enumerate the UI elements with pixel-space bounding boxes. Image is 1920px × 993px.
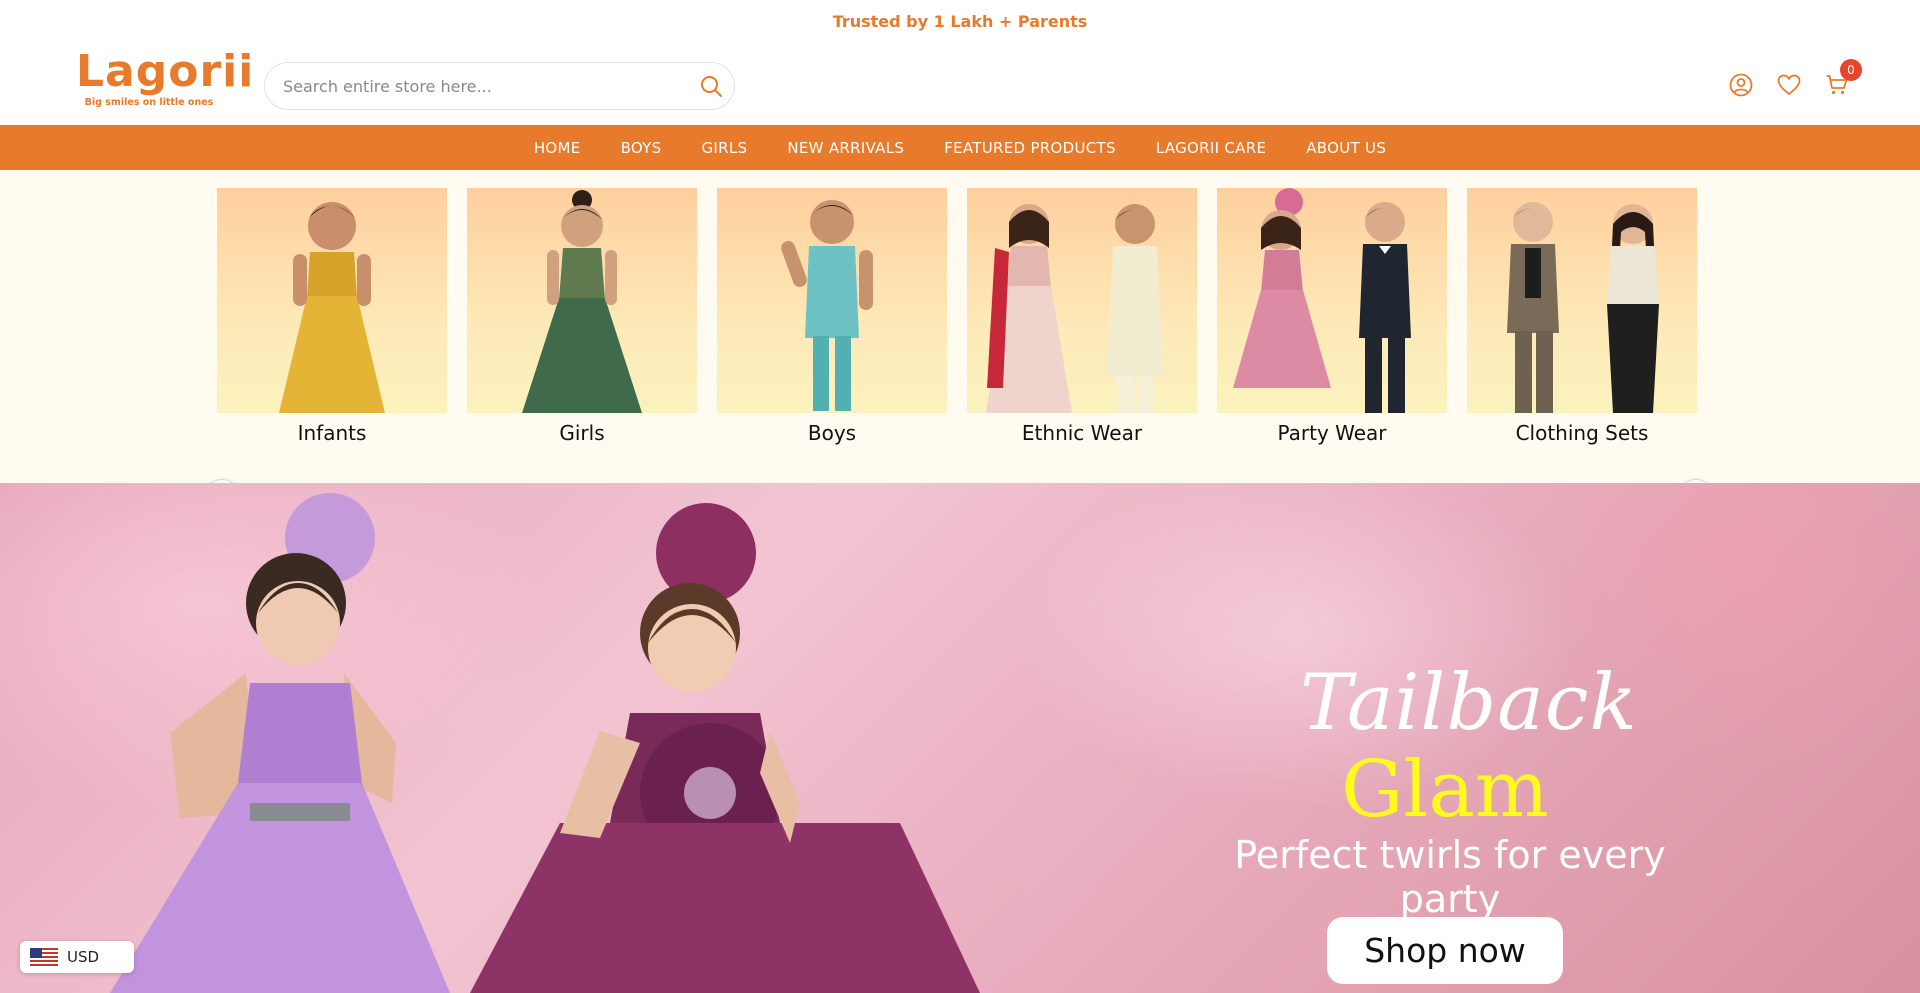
user-icon xyxy=(1729,73,1753,97)
shop-now-button[interactable]: Shop now xyxy=(1327,917,1563,984)
search-bar xyxy=(264,62,735,110)
announcement-bar: Trusted by 1 Lakh + Parents xyxy=(0,0,1920,42)
category-label: Party Wear xyxy=(1277,421,1387,445)
nav-item-girls[interactable]: GIRLS xyxy=(701,139,747,157)
nav-item-new-arrivals[interactable]: NEW ARRIVALS xyxy=(787,139,904,157)
category-image xyxy=(467,188,697,413)
category-label: Infants xyxy=(297,421,367,445)
search-icon xyxy=(701,76,722,97)
category-label: Clothing Sets xyxy=(1515,421,1649,445)
children-pair-illustration xyxy=(1233,188,1411,413)
children-pair-illustration xyxy=(986,204,1163,413)
category-card-party-wear[interactable]: Party Wear xyxy=(1217,188,1447,445)
nav-item-home[interactable]: HOME xyxy=(534,139,581,157)
child-figure-illustration xyxy=(781,200,873,411)
search-input[interactable] xyxy=(265,63,688,109)
hero-title-line2: Glam xyxy=(1341,745,1549,835)
cart-button[interactable]: 0 xyxy=(1824,59,1862,98)
logo-tagline: Big smiles on little ones xyxy=(84,97,214,108)
nav-item-boys[interactable]: BOYS xyxy=(621,139,662,157)
category-image xyxy=(717,188,947,413)
category-label: Ethnic Wear xyxy=(1021,421,1143,445)
currency-code: USD xyxy=(67,948,100,966)
nav-item-lagorii-care[interactable]: LAGORII CARE xyxy=(1156,139,1266,157)
category-label: Boys xyxy=(807,421,857,445)
hero-children-illustration xyxy=(110,493,980,993)
children-pair-illustration xyxy=(1507,202,1659,413)
category-image xyxy=(1217,188,1447,413)
hero-title-line1: Tailback xyxy=(1300,658,1638,748)
us-flag-icon xyxy=(30,948,58,966)
cart-count-badge: 0 xyxy=(1840,59,1862,81)
category-card-boys[interactable]: Boys xyxy=(717,188,947,445)
child-figure-illustration xyxy=(279,202,385,413)
announcement-text: Trusted by 1 Lakh + Parents xyxy=(832,11,1088,31)
category-image xyxy=(967,188,1197,413)
nav-item-about-us[interactable]: ABOUT US xyxy=(1306,139,1386,157)
currency-selector[interactable]: USD xyxy=(20,941,134,973)
nav-item-featured-products[interactable]: FEATURED PRODUCTS xyxy=(944,139,1116,157)
main-nav: HOME BOYS GIRLS NEW ARRIVALS FEATURED PR… xyxy=(0,125,1920,170)
category-track: Infants Girls Boys Ethnic Wear Party Wea… xyxy=(217,188,1697,445)
logo[interactable]: Lagorii Big smiles on little ones xyxy=(76,46,255,112)
search-button[interactable] xyxy=(688,63,734,109)
hero-subtitle: Perfect twirls for every party xyxy=(1234,833,1666,921)
category-card-infants[interactable]: Infants xyxy=(217,188,447,445)
category-card-clothing-sets[interactable]: Clothing Sets xyxy=(1467,188,1697,445)
hero-banner: Tailback Glam Perfect twirls for every p… xyxy=(0,483,1920,993)
account-button[interactable] xyxy=(1728,72,1754,98)
heart-icon xyxy=(1777,74,1801,95)
category-image xyxy=(1467,188,1697,413)
category-label: Girls xyxy=(559,421,605,445)
category-card-girls[interactable]: Girls xyxy=(467,188,697,445)
category-carousel: Infants Girls Boys Ethnic Wear Party Wea… xyxy=(0,170,1920,515)
child-figure-illustration xyxy=(522,190,642,413)
logo-wordmark: Lagorii xyxy=(76,46,255,97)
wishlist-button[interactable] xyxy=(1776,72,1802,98)
site-header: Lagorii Big smiles on little ones Search… xyxy=(0,42,1920,125)
category-image xyxy=(217,188,447,413)
category-card-ethnic-wear[interactable]: Ethnic Wear xyxy=(967,188,1197,445)
header-actions: 0 xyxy=(1728,59,1862,98)
